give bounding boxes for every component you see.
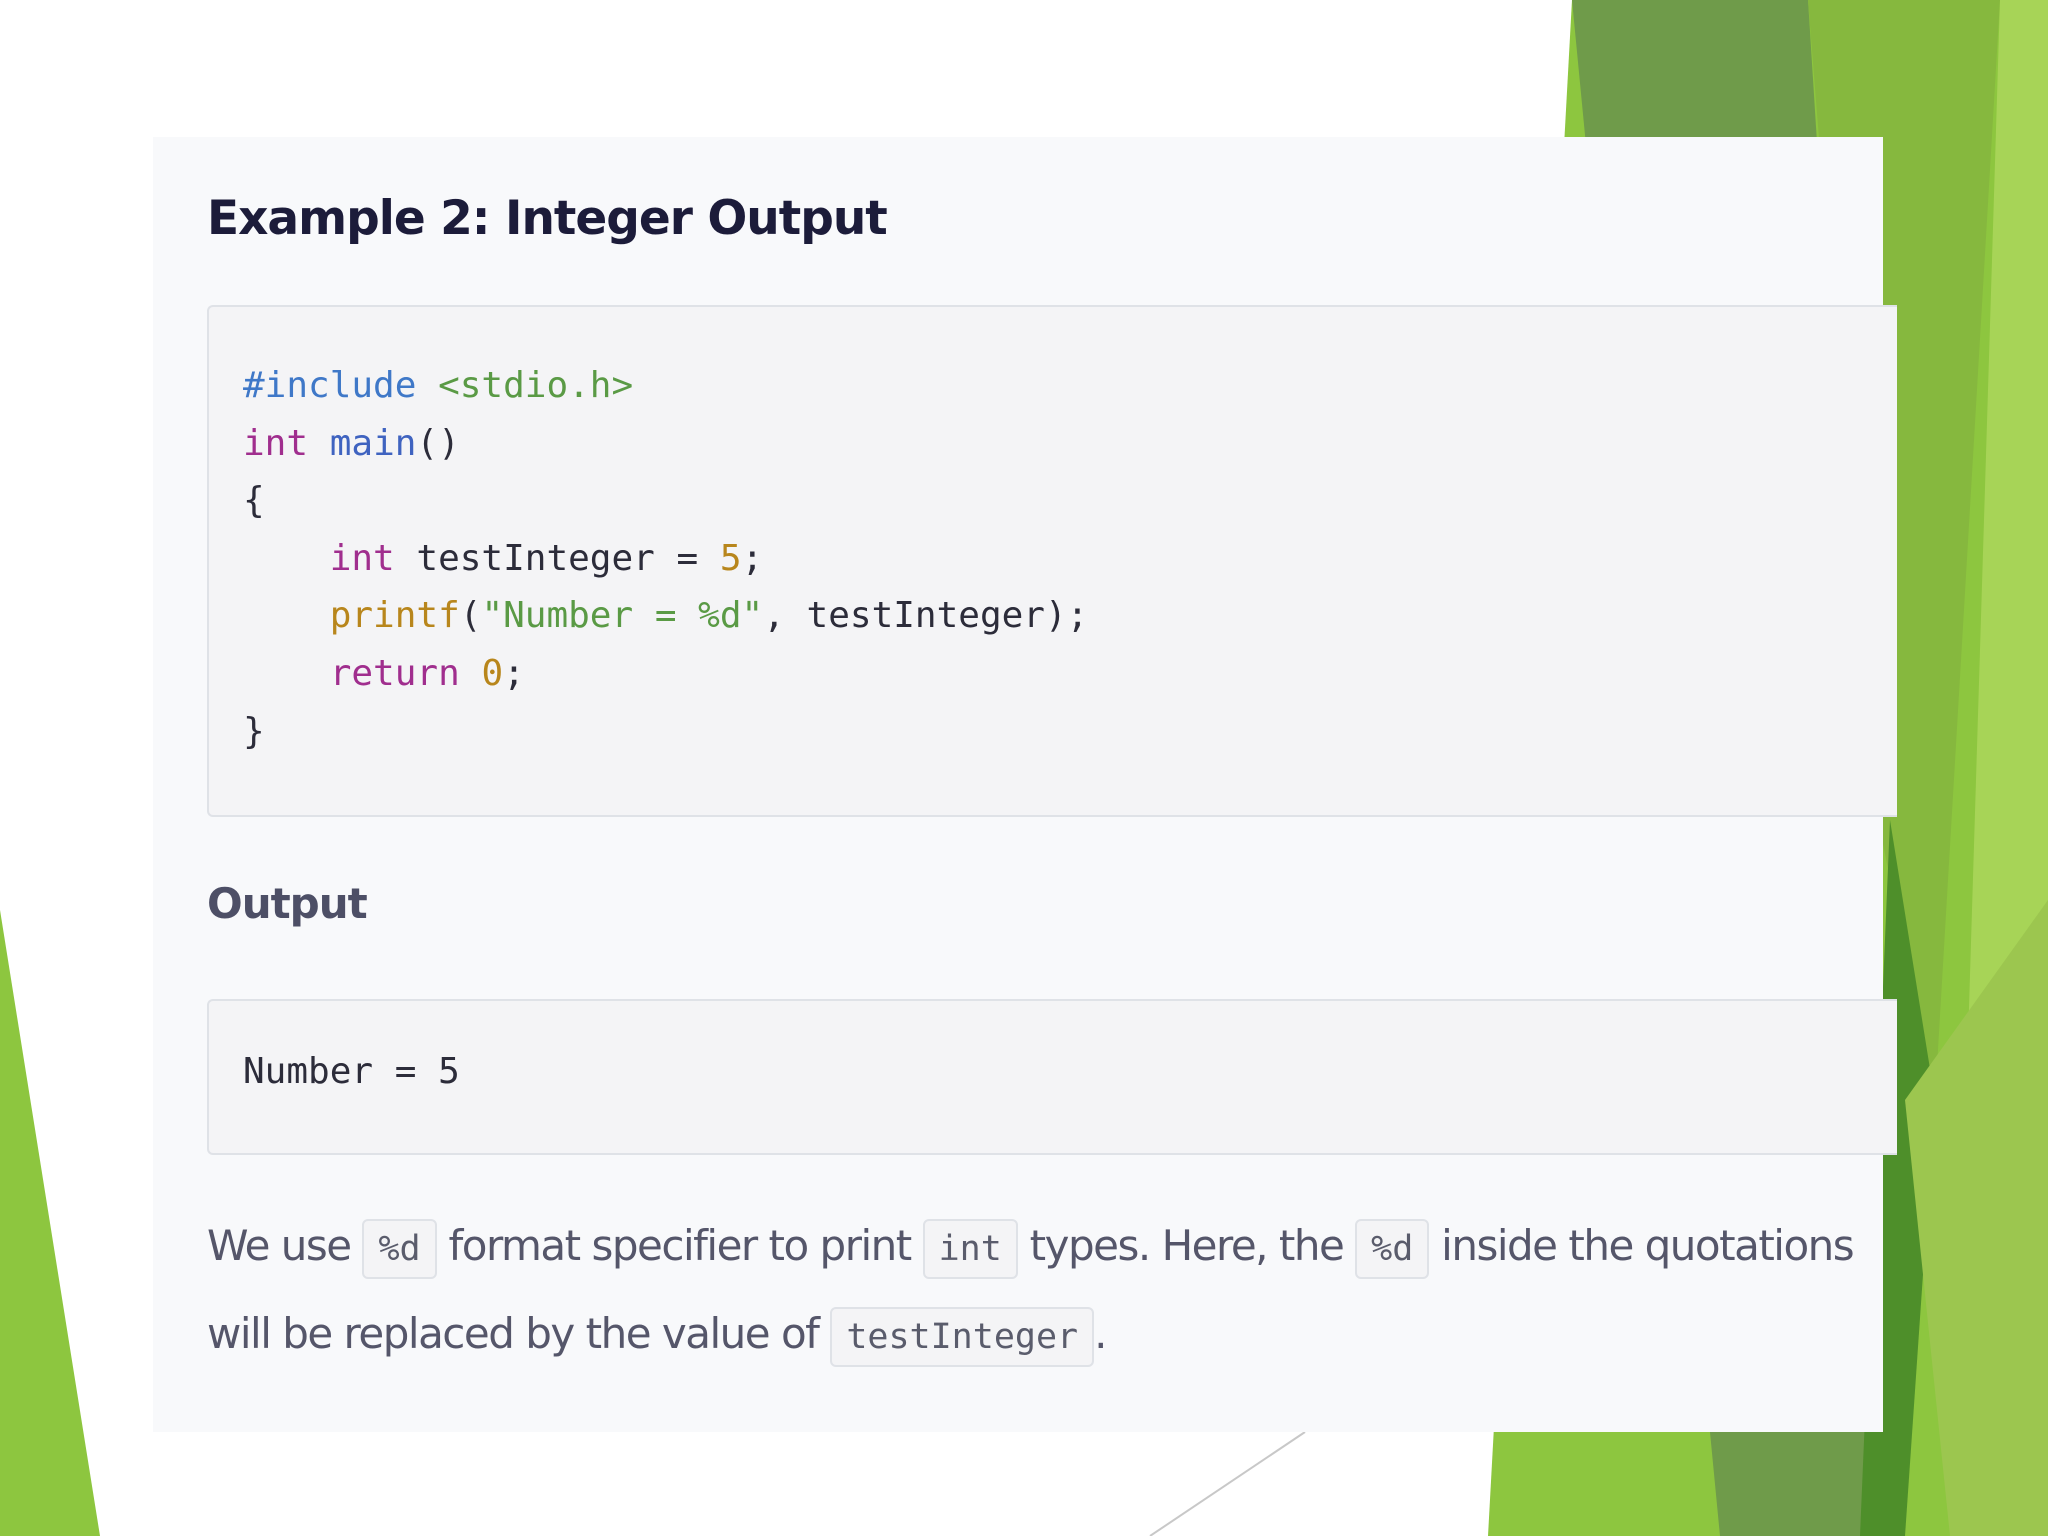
code-token: () bbox=[416, 422, 460, 464]
inline-code: %d bbox=[362, 1218, 437, 1279]
code-token: 0 bbox=[481, 652, 504, 694]
output-text: Number = 5 bbox=[243, 1051, 460, 1092]
explanation-text: We use bbox=[207, 1221, 352, 1270]
example-heading: Example 2: Integer Output bbox=[207, 191, 888, 246]
explanation-text: types. Here, the bbox=[1029, 1221, 1345, 1270]
code-token: printf bbox=[329, 595, 460, 637]
inline-code: %d bbox=[1355, 1218, 1430, 1279]
code-text: #include <stdio.h> int main(){ int testIn… bbox=[243, 357, 1088, 760]
code-line: int main() bbox=[243, 415, 1088, 473]
explanation-text: format specifier to print bbox=[448, 1221, 912, 1270]
code-line: #include <stdio.h> bbox=[243, 357, 1088, 415]
code-token: main bbox=[329, 422, 417, 464]
inline-code: testInteger bbox=[830, 1306, 1095, 1367]
code-token: <stdio.h> bbox=[438, 365, 634, 406]
code-token: , testInteger); bbox=[763, 595, 1089, 637]
code-line: int testInteger = 5; bbox=[243, 530, 1088, 588]
content-card: Example 2: Integer Output #include <stdi… bbox=[153, 137, 1897, 1432]
output-heading: Output bbox=[207, 879, 368, 928]
code-token: { bbox=[243, 480, 265, 522]
output-block[interactable]: Number = 5 bbox=[207, 999, 1897, 1155]
code-token: } bbox=[243, 710, 265, 752]
code-token: int bbox=[329, 537, 395, 579]
code-token: int bbox=[243, 422, 309, 464]
code-token: ; bbox=[503, 652, 525, 694]
code-line: return 0; bbox=[243, 645, 1088, 703]
code-token: "Number = %d" bbox=[481, 595, 764, 637]
code-token: ( bbox=[459, 595, 482, 637]
code-block[interactable]: #include <stdio.h> int main(){ int testIn… bbox=[207, 305, 1897, 817]
code-token: return bbox=[329, 652, 460, 694]
explanation-text: . bbox=[1094, 1309, 1107, 1358]
code-token: #include bbox=[243, 365, 439, 406]
code-line: } bbox=[243, 703, 1088, 761]
code-token: testInteger = bbox=[394, 537, 720, 579]
code-token: 5 bbox=[719, 537, 742, 579]
code-token: ; bbox=[741, 537, 764, 579]
inline-code: int bbox=[922, 1218, 1018, 1279]
code-line: printf("Number = %d", testInteger); bbox=[243, 587, 1089, 645]
code-line: { bbox=[243, 472, 1088, 530]
explanation-paragraph: We use %d format specifier to print int … bbox=[207, 1202, 1867, 1378]
